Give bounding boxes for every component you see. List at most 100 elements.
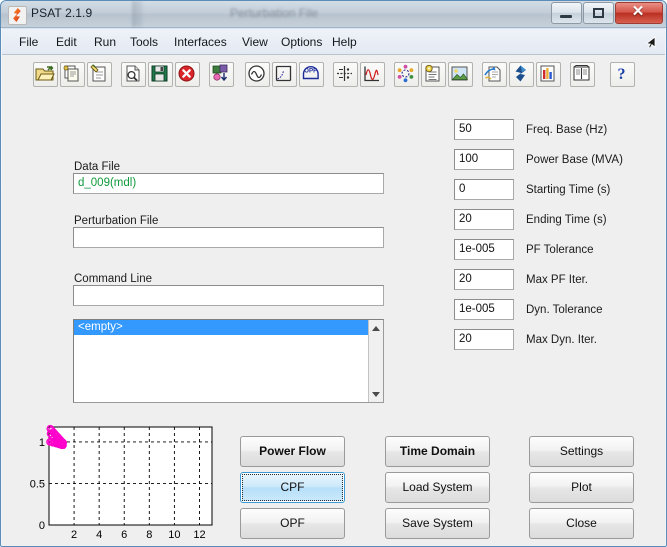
close-button[interactable]: Close <box>529 508 634 539</box>
command-line-input[interactable] <box>73 285 384 306</box>
maximize-button[interactable] <box>583 2 614 24</box>
menu-help[interactable]: Help <box>327 33 362 51</box>
toolbar-copy-files-icon[interactable] <box>60 62 85 87</box>
toolbar-time-domain-icon[interactable] <box>360 62 385 87</box>
toolbar-report-icon[interactable] <box>421 62 446 87</box>
menu-interfaces[interactable]: Interfaces <box>169 33 232 51</box>
toolbar-save-icon[interactable] <box>148 62 173 87</box>
data-file-input[interactable]: d_009(mdl) <box>73 173 384 194</box>
opf-button-label: OPF <box>280 516 305 530</box>
simulink-library-icon <box>210 63 233 86</box>
small-signal-icon <box>334 63 357 86</box>
title-ghost-text: Perturbation File <box>230 6 319 20</box>
toolbar-settings-icon[interactable] <box>394 62 419 87</box>
matlab-icon <box>510 63 533 86</box>
toolbar-small-signal-icon[interactable] <box>333 62 358 87</box>
window-title: PSAT 2.1.9 <box>31 6 93 20</box>
plot-image-icon <box>449 63 472 86</box>
cpf-button-label: CPF <box>280 480 305 494</box>
toolbar-histogram-icon[interactable] <box>536 62 561 87</box>
close-icon: ✕ <box>631 3 645 20</box>
toolbar-opf-icon[interactable]: OPF <box>299 62 324 87</box>
plot-canvas: 00.512 4 6 8 10 12 <box>30 424 213 541</box>
toolbar-power-flow-icon[interactable] <box>245 62 270 87</box>
toolbar-help-icon[interactable]: ? <box>610 62 635 87</box>
dyn-tolerance-input[interactable]: 1e-005 <box>454 299 514 320</box>
menu-bar: Help Options View Interfaces Tools Run Edit Fil… <box>2 29 665 55</box>
freq-base-input[interactable]: 50 <box>454 119 514 140</box>
mouse-cursor-icon <box>645 36 656 49</box>
close-button-label: Close <box>566 516 597 530</box>
x-tick-label: 6 <box>121 529 127 541</box>
settings-button[interactable]: Settings <box>529 436 634 467</box>
list-item[interactable]: <empty> <box>74 320 368 335</box>
minimize-icon <box>560 15 572 18</box>
close-window-button[interactable]: ✕ <box>615 2 663 24</box>
scroll-up-button[interactable] <box>369 321 383 335</box>
time-domain-icon <box>361 63 384 86</box>
scroll-down-button[interactable] <box>369 387 383 401</box>
power-flow-button[interactable]: Power Flow <box>240 436 345 467</box>
menu-tools[interactable]: Tools <box>125 33 163 51</box>
listbox-scrollbar[interactable] <box>368 320 383 402</box>
psat-app-icon <box>8 6 27 25</box>
menu-file[interactable]: File <box>14 33 43 51</box>
y-tick-label: 1 <box>39 437 45 449</box>
menu-options[interactable]: Options <box>276 33 327 51</box>
max-dyn-iter-input[interactable]: 20 <box>454 329 514 350</box>
preview-icon <box>122 63 145 86</box>
toolbar-export-icon[interactable] <box>482 62 507 87</box>
data-file-label: Data File <box>74 161 121 173</box>
cpf-button[interactable]: CPF <box>240 472 345 503</box>
perturbation-file-input[interactable] <box>73 227 384 248</box>
title-bar[interactable]: PSAT 2.1.9 Perturbation File ✕ <box>1 1 666 28</box>
perturbation-file-label: Perturbation File <box>74 215 159 227</box>
toolbar-plot-image-icon[interactable] <box>448 62 473 87</box>
menu-run[interactable]: Run <box>89 33 121 51</box>
toolbar-close-system-icon[interactable] <box>175 62 200 87</box>
starting-time-input[interactable]: 0 <box>454 179 514 200</box>
x-tick-label: 8 <box>146 529 152 541</box>
toolbar-open-file-icon[interactable] <box>33 62 58 87</box>
help-icon: ? <box>611 63 634 86</box>
power-flow-icon <box>246 63 269 86</box>
menu-view[interactable]: View <box>237 33 273 51</box>
y-tick-label: 0.5 <box>30 478 45 490</box>
minimize-button[interactable] <box>551 2 582 24</box>
power-base-label: Power Base (MVA) <box>526 154 623 166</box>
max-pf-iter-input[interactable]: 20 <box>454 269 514 290</box>
matlab-swoosh-icon <box>13 8 21 22</box>
maximize-icon <box>593 8 604 18</box>
save-system-button[interactable]: Save System <box>385 508 490 539</box>
power-base-input[interactable]: 100 <box>454 149 514 170</box>
documentation-icon <box>571 63 594 86</box>
load-system-button[interactable]: Load System <box>385 472 490 503</box>
command-history-listbox[interactable]: <empty> <box>73 319 384 403</box>
toolbar-simulink-library-icon[interactable] <box>209 62 234 87</box>
toolbar-documentation-icon[interactable] <box>570 62 595 87</box>
plot-button[interactable]: Plot <box>529 472 634 503</box>
toolbar-cpf-icon[interactable] <box>272 62 297 87</box>
menu-edit[interactable]: Edit <box>51 33 82 51</box>
load-system-button-label: Load System <box>402 480 473 494</box>
window-controls: ✕ <box>550 2 663 24</box>
pf-tolerance-input[interactable]: 1e-005 <box>454 239 514 260</box>
save-icon <box>149 63 172 86</box>
settings-icon <box>395 63 418 86</box>
chevron-down-icon <box>372 391 380 397</box>
time-domain-button[interactable]: Time Domain <box>385 436 490 467</box>
toolbar-matlab-icon[interactable] <box>509 62 534 87</box>
toolbar-edit-file-icon[interactable] <box>87 62 112 87</box>
close-system-icon <box>176 63 199 86</box>
report-icon <box>422 63 445 86</box>
x-tick-label: 12 <box>193 529 205 541</box>
power-flow-button-label: Power Flow <box>259 444 326 458</box>
open-file-icon <box>34 63 57 86</box>
ending-time-input[interactable]: 20 <box>454 209 514 230</box>
opf-button[interactable]: OPF <box>240 508 345 539</box>
time-domain-button-label: Time Domain <box>399 444 476 458</box>
dyn-tolerance-label: Dyn. Tolerance <box>526 304 603 316</box>
cpf-nose-curve-plot: 0 0.5 1 2 4 6 8 10 12 <box>24 421 216 546</box>
toolbar: OPF? <box>2 55 665 95</box>
toolbar-preview-icon[interactable] <box>121 62 146 87</box>
